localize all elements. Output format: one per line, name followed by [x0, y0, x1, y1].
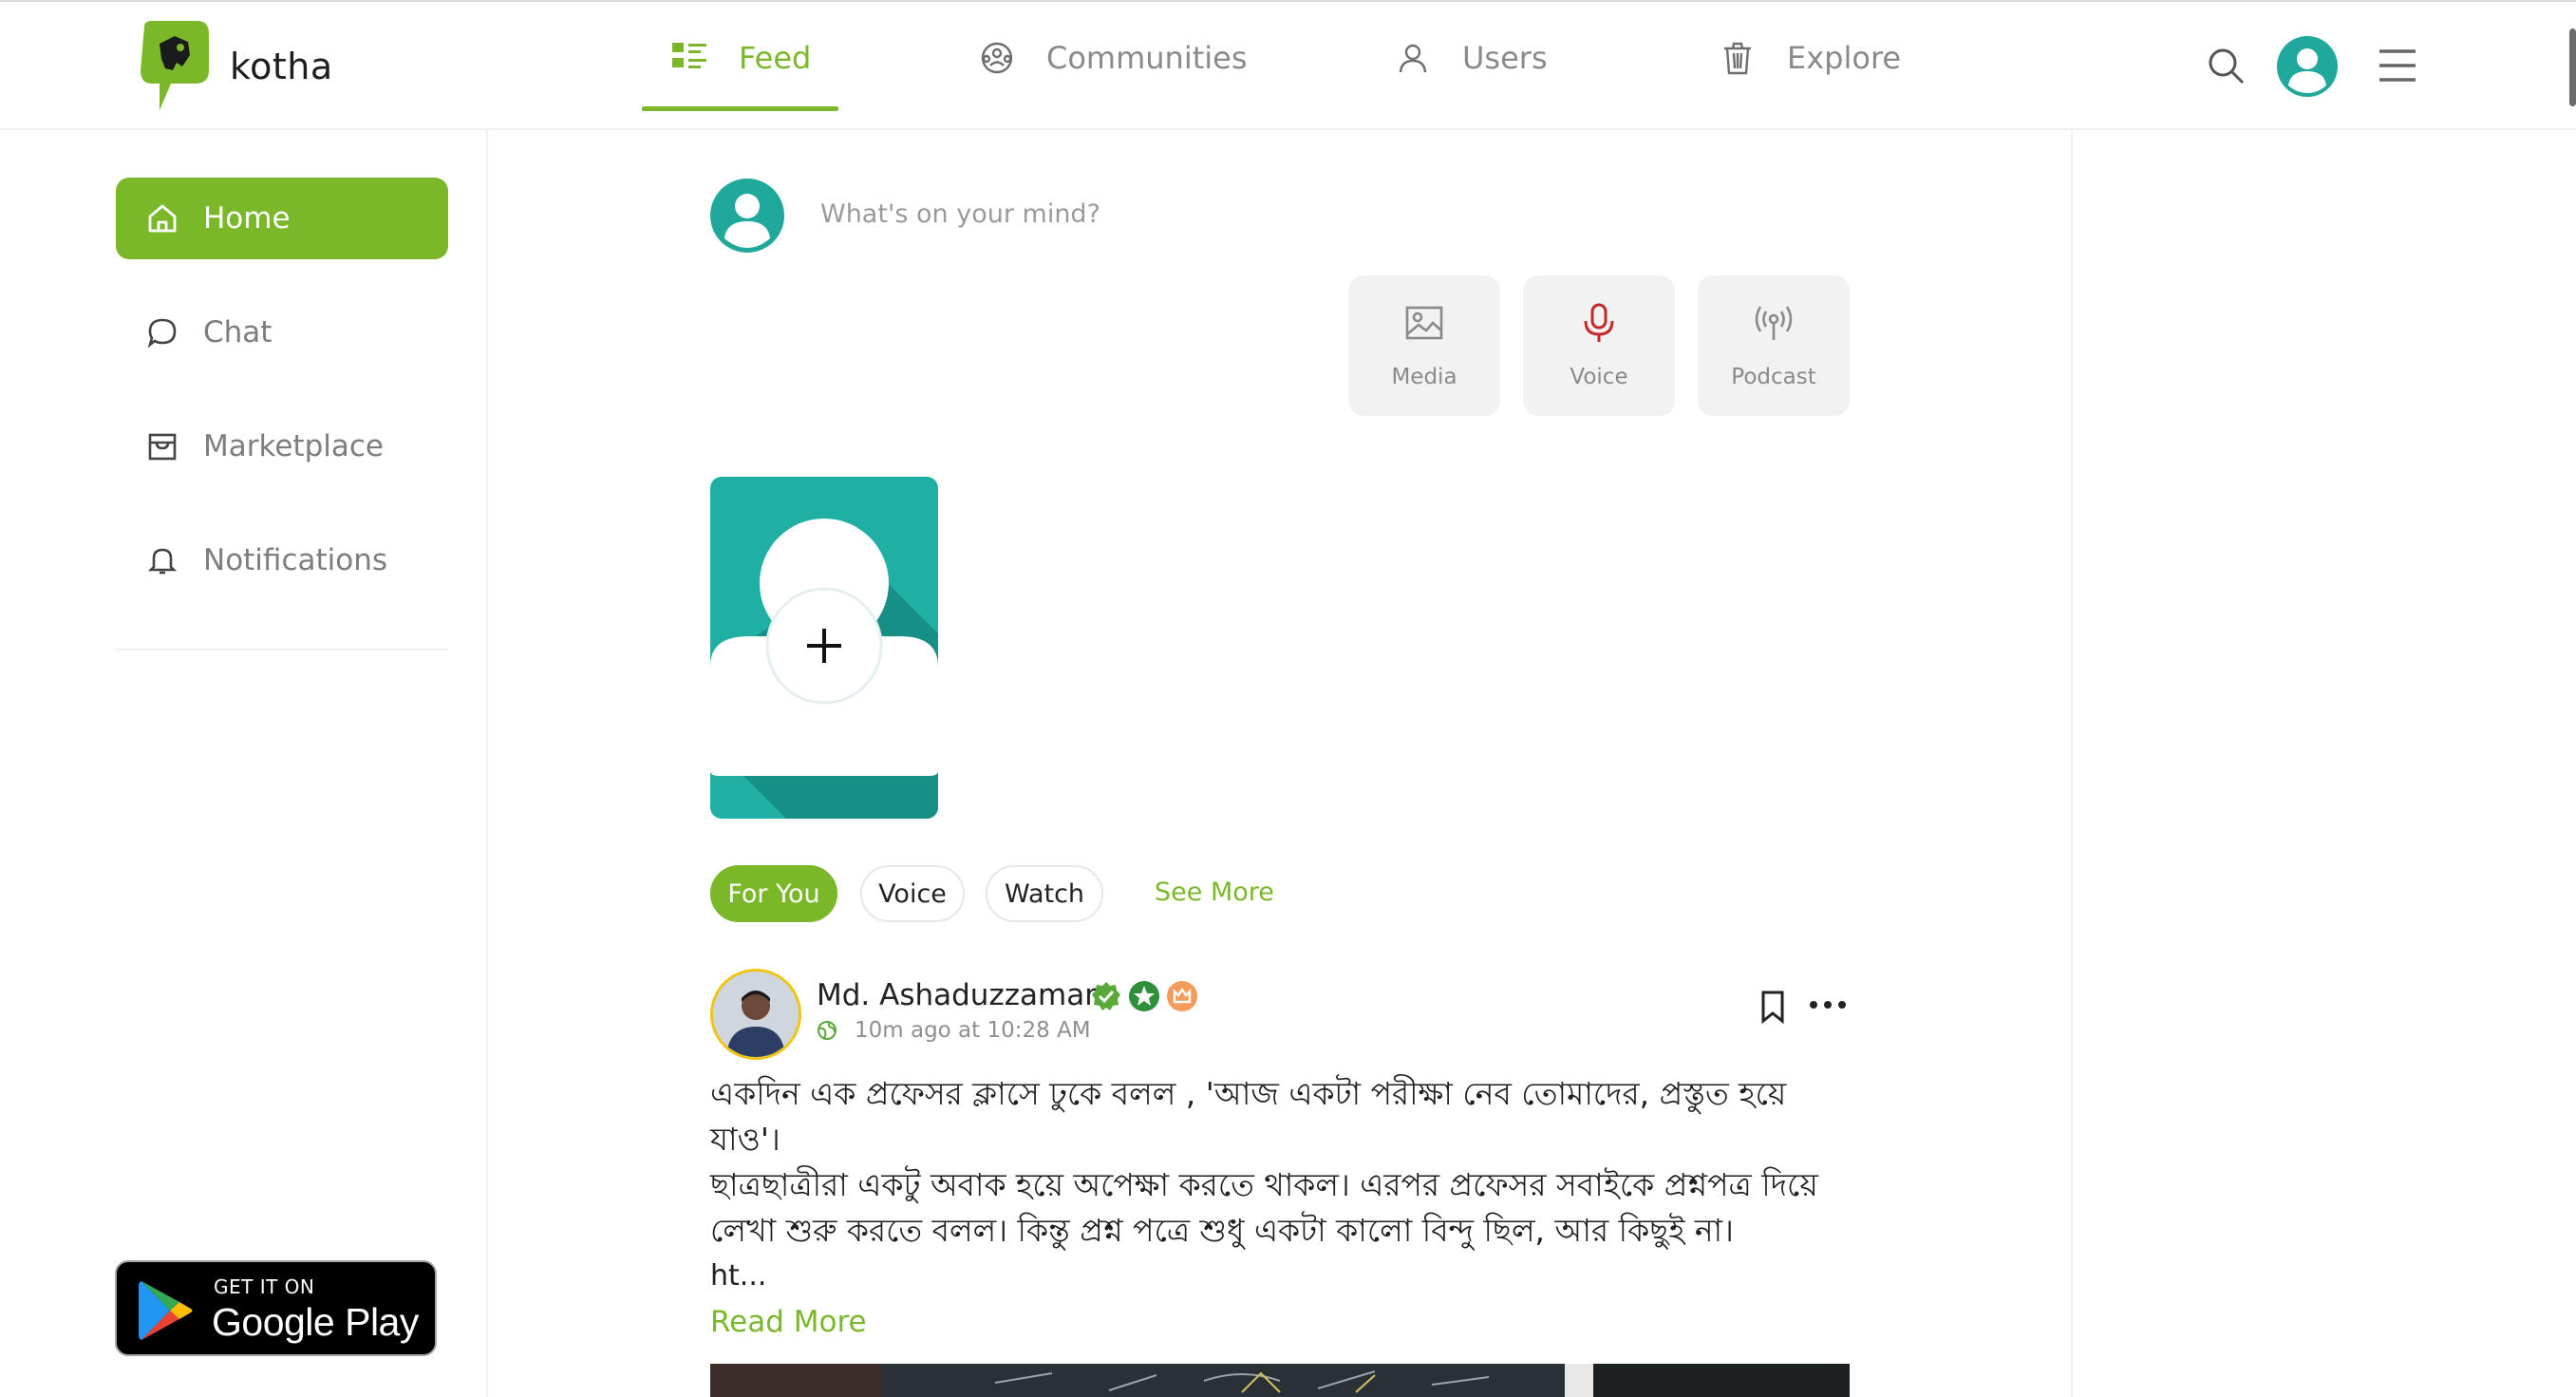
tab-communities-label: Communities — [1046, 39, 1248, 76]
store-icon — [148, 433, 177, 461]
profile-avatar[interactable] — [2277, 36, 2338, 97]
right-column-divider — [2071, 130, 2073, 1397]
sidebar-item-label: Home — [203, 201, 291, 236]
sidebar-divider — [116, 649, 448, 651]
sidebar-item-marketplace[interactable]: Marketplace — [116, 406, 448, 487]
sidebar-item-label: Notifications — [203, 543, 388, 577]
composer-avatar — [710, 179, 784, 253]
brand-logo[interactable]: kotha — [137, 21, 333, 112]
media-button-label: Media — [1391, 365, 1457, 389]
feed-icon — [672, 42, 706, 68]
active-tab-indicator — [642, 106, 838, 111]
more-options-icon[interactable] — [1808, 993, 1848, 1016]
home-icon — [148, 204, 177, 233]
app-root: kotha Feed Communities Users Explore Hom… — [0, 0, 2576, 1397]
sidebar-item-home[interactable]: Home — [116, 178, 448, 259]
post-body-text: একদিন এক প্রফেসর ক্লাসে ঢুকে বলল , 'আজ এ… — [710, 1075, 1818, 1249]
image-icon — [1405, 306, 1443, 340]
chalkboard-photo-icon — [710, 1364, 1850, 1397]
store-badge-caption: GET IT ON — [214, 1275, 315, 1298]
tab-feed[interactable]: Feed — [670, 2, 811, 113]
voice-button-label: Voice — [1570, 365, 1628, 389]
user-icon — [1399, 44, 1427, 72]
search-icon[interactable] — [2206, 46, 2246, 85]
chat-bubble-icon — [147, 318, 177, 349]
voice-button[interactable]: Voice — [1523, 275, 1675, 416]
sidebar-item-label: Chat — [203, 315, 273, 349]
bell-icon — [147, 548, 178, 575]
top-navbar: kotha Feed Communities Users Explore — [0, 0, 2576, 130]
trash-bin-icon — [1724, 42, 1751, 74]
verified-badge-icon — [1092, 982, 1120, 1010]
post-author-avatar[interactable] — [710, 969, 801, 1060]
filter-chip-voice[interactable]: Voice — [860, 865, 965, 922]
post-composer-input[interactable] — [820, 190, 1846, 237]
post-timestamp: 10m ago at 10:28 AM — [855, 1018, 1091, 1043]
post-meta: 10m ago at 10:28 AM — [817, 1018, 1091, 1043]
tab-feed-label: Feed — [739, 39, 812, 76]
microphone-icon — [1584, 303, 1614, 342]
author-photo-icon — [713, 972, 799, 1057]
hamburger-menu-icon[interactable] — [2378, 47, 2417, 84]
podcast-button[interactable]: Podcast — [1698, 275, 1850, 416]
crown-badge-icon — [1167, 981, 1197, 1011]
scrollbar-thumb[interactable] — [2569, 28, 2576, 106]
podcast-button-label: Podcast — [1731, 365, 1816, 389]
read-more-link[interactable]: Read More — [710, 1305, 867, 1339]
left-sidebar: Home Chat Marketplace Notifications GET … — [0, 130, 488, 1397]
tab-explore-label: Explore — [1787, 39, 1902, 76]
add-story-card[interactable] — [710, 477, 938, 819]
star-badge-icon — [1129, 981, 1159, 1011]
add-story-avatar-icon — [710, 477, 938, 819]
tab-explore[interactable]: Explore — [1719, 2, 1901, 113]
post-image[interactable] — [710, 1364, 1850, 1397]
media-button[interactable]: Media — [1348, 275, 1500, 416]
post-author-name[interactable]: Md. Ashaduzzaman — [817, 978, 1103, 1012]
communities-icon — [981, 42, 1013, 73]
globe-icon — [818, 1021, 837, 1040]
tab-users[interactable]: Users — [1394, 2, 1548, 113]
post-truncated-text: ht... — [710, 1259, 767, 1293]
store-badge-name: Google Play — [212, 1300, 419, 1344]
sidebar-item-notifications[interactable]: Notifications — [116, 519, 448, 601]
broadcast-icon — [1755, 306, 1793, 340]
filter-chip-watch[interactable]: Watch — [986, 865, 1103, 922]
filter-chip-for-you[interactable]: For You — [710, 865, 837, 922]
author-badges — [1090, 980, 1198, 1012]
see-more-link[interactable]: See More — [1155, 878, 1274, 907]
kotha-logo-icon — [141, 21, 209, 110]
brand-name: kotha — [230, 46, 333, 87]
bookmark-icon[interactable] — [1758, 990, 1787, 1024]
tab-communities[interactable]: Communities — [978, 2, 1248, 113]
sidebar-item-label: Marketplace — [203, 429, 384, 463]
tab-users-label: Users — [1462, 39, 1548, 76]
sidebar-item-chat[interactable]: Chat — [116, 292, 448, 373]
google-play-icon — [139, 1281, 193, 1340]
google-play-badge[interactable]: GET IT ON Google Play — [115, 1260, 437, 1356]
